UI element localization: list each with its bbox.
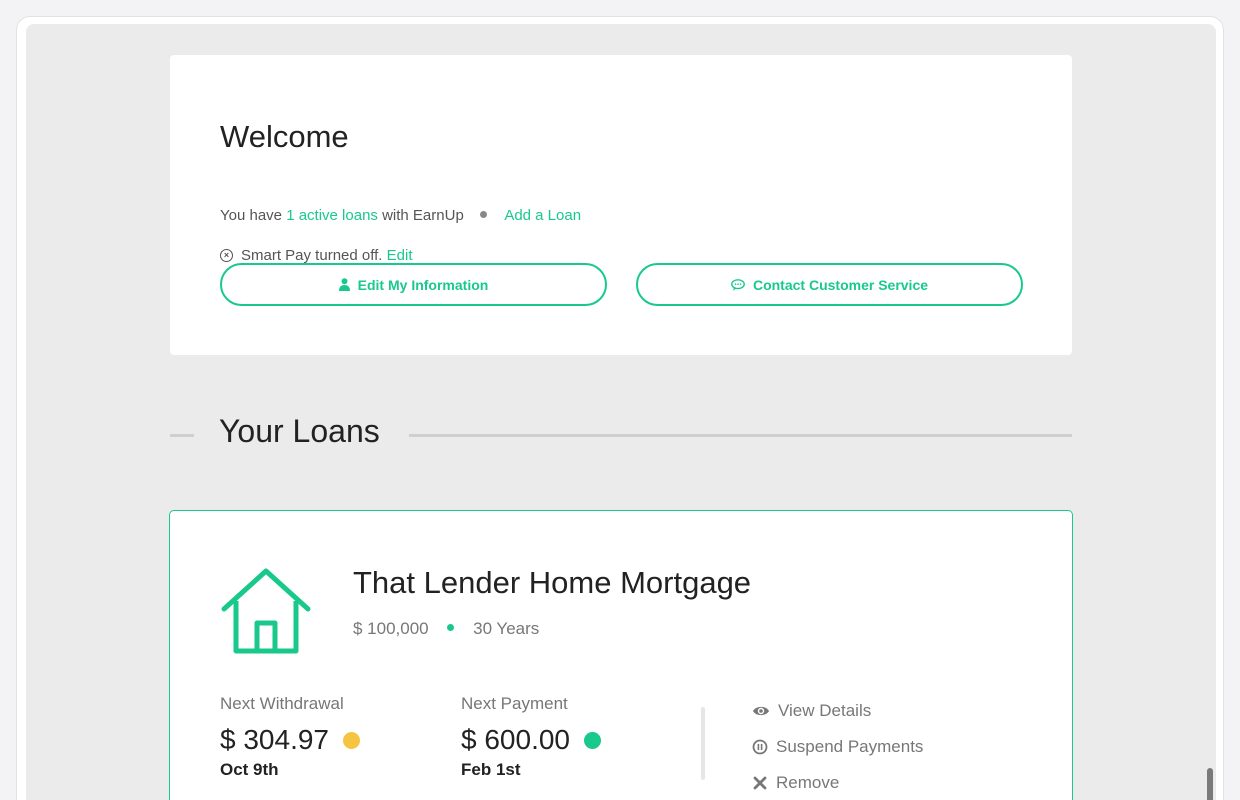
close-icon [753, 776, 767, 790]
section-dash [170, 434, 194, 437]
welcome-card: Welcome You have 1 active loans with Ear… [170, 55, 1072, 355]
your-loans-title: Your Loans [219, 413, 380, 449]
loan-actions: View Details Suspend Payments Remove [752, 693, 923, 800]
contact-customer-service-button[interactable]: Contact Customer Service [636, 263, 1023, 306]
next-withdrawal-label: Next Withdrawal [220, 694, 344, 713]
loan-title: That Lender Home Mortgage [353, 565, 752, 600]
view-details-label: View Details [778, 701, 872, 720]
close-circle-icon: × [220, 248, 233, 262]
separator-dot [447, 624, 455, 632]
smartpay-edit-link[interactable]: Edit [387, 247, 413, 264]
suspend-payments-label: Suspend Payments [776, 737, 924, 756]
next-withdrawal-date: Oct 9th [220, 760, 279, 779]
page-viewport: Welcome You have 1 active loans with Ear… [26, 24, 1216, 800]
next-withdrawal: Next Withdrawal $ 304.97 Oct 9th [220, 694, 360, 780]
view-details-action[interactable]: View Details [752, 693, 923, 729]
user-icon [338, 278, 350, 291]
remove-action[interactable]: Remove [752, 765, 923, 800]
loans-suffix: with EarnUp [377, 207, 464, 224]
active-loans-link[interactable]: 1 active loans [286, 207, 378, 224]
next-withdrawal-amount: $ 304.97 [220, 724, 329, 755]
house-icon [221, 568, 311, 654]
smartpay-text: Smart Pay turned off. [241, 247, 383, 264]
eye-icon [753, 706, 769, 716]
loan-term: 30 Years [473, 619, 540, 638]
chat-bubble-icon [731, 278, 745, 290]
next-payment: Next Payment $ 600.00 Feb 1st [461, 694, 601, 780]
section-divider [409, 434, 1072, 437]
smartpay-status: × Smart Pay turned off. Edit [220, 247, 413, 264]
vertical-divider [701, 707, 705, 780]
active-loans-line: You have 1 active loans with EarnUp Add … [220, 207, 581, 224]
next-payment-amount: $ 600.00 [461, 724, 570, 755]
add-loan-link[interactable]: Add a Loan [504, 207, 581, 224]
loan-amount: $ 100,000 [353, 619, 429, 638]
next-payment-amount-row: $ 600.00 [461, 724, 601, 756]
withdrawal-status-dot [343, 731, 360, 749]
loan-card: That Lender Home Mortgage $ 100,000 30 Y… [169, 510, 1073, 800]
scrollbar-thumb[interactable] [1207, 768, 1213, 800]
next-payment-date: Feb 1st [461, 760, 521, 779]
payment-status-dot [584, 731, 601, 749]
loans-prefix: You have [220, 207, 287, 224]
edit-my-information-label: Edit My Information [357, 276, 489, 293]
remove-label: Remove [776, 773, 840, 792]
edit-my-information-button[interactable]: Edit My Information [220, 263, 607, 306]
loan-meta: $ 100,000 30 Years [353, 619, 539, 639]
contact-customer-service-label: Contact Customer Service [752, 276, 929, 293]
pause-circle-icon [752, 739, 768, 755]
welcome-title: Welcome [220, 119, 349, 154]
next-withdrawal-amount-row: $ 304.97 [220, 724, 360, 756]
separator-dot [479, 210, 487, 218]
suspend-payments-action[interactable]: Suspend Payments [752, 729, 923, 765]
next-payment-label: Next Payment [461, 694, 568, 713]
